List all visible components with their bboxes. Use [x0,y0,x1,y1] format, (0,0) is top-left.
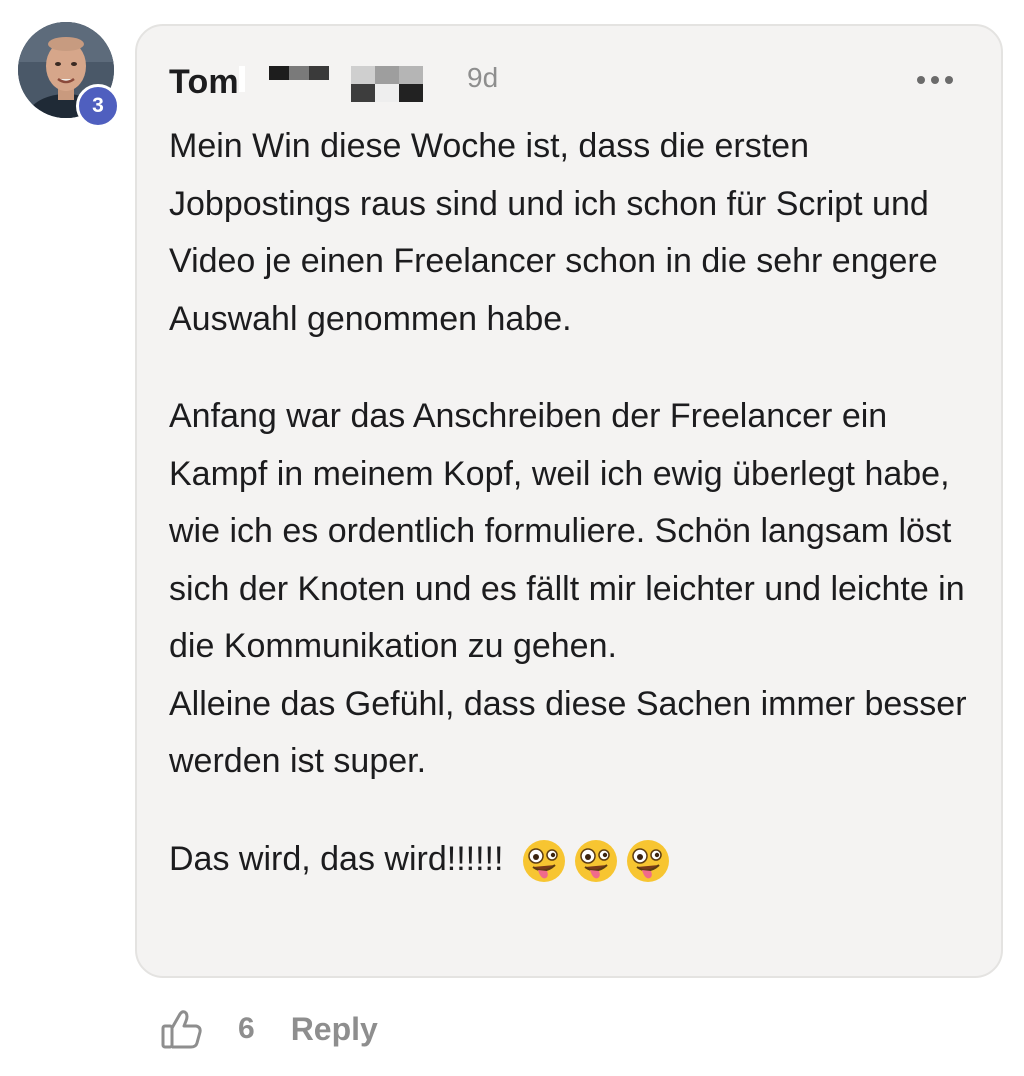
zany-face-emoji [574,839,617,882]
comment-paragraph: Alleine das Gefühl, dass diese Sachen im… [169,684,967,781]
comment-timestamp: 9d [467,62,499,93]
emoji-group [521,838,671,884]
author-row: Tom [169,60,439,104]
comment-body: Mein Win diese Woche ist, dass die erste… [169,118,979,888]
comment-actions: 6 Reply [160,1004,378,1054]
level-badge: 3 [76,84,120,128]
comment-closing-text: Das wird, das wird!!!!!! [169,839,504,878]
like-count: 6 [238,1012,255,1045]
redacted-surname [238,60,439,104]
reply-button[interactable]: Reply [291,1011,378,1048]
zany-face-emoji [522,839,565,882]
comment-paragraph-last: Das wird, das wird!!!!!! [169,831,979,889]
like-button[interactable] [160,1007,204,1051]
comment-bubble: Tom 9d Mein Win diese Woche ist, dass di… [135,24,1003,978]
author-avatar-container[interactable]: 3 [18,22,120,128]
more-horizontal-icon [917,76,925,84]
thumbs-up-icon [161,1010,202,1049]
more-options-button[interactable] [917,70,953,90]
author-name[interactable]: Tom [169,63,239,102]
comment-paragraph: Mein Win diese Woche ist, dass die erste… [169,127,938,338]
comment-paragraph: Anfang war das Anschreiben der Freelance… [169,397,965,665]
zany-face-emoji [626,839,669,882]
